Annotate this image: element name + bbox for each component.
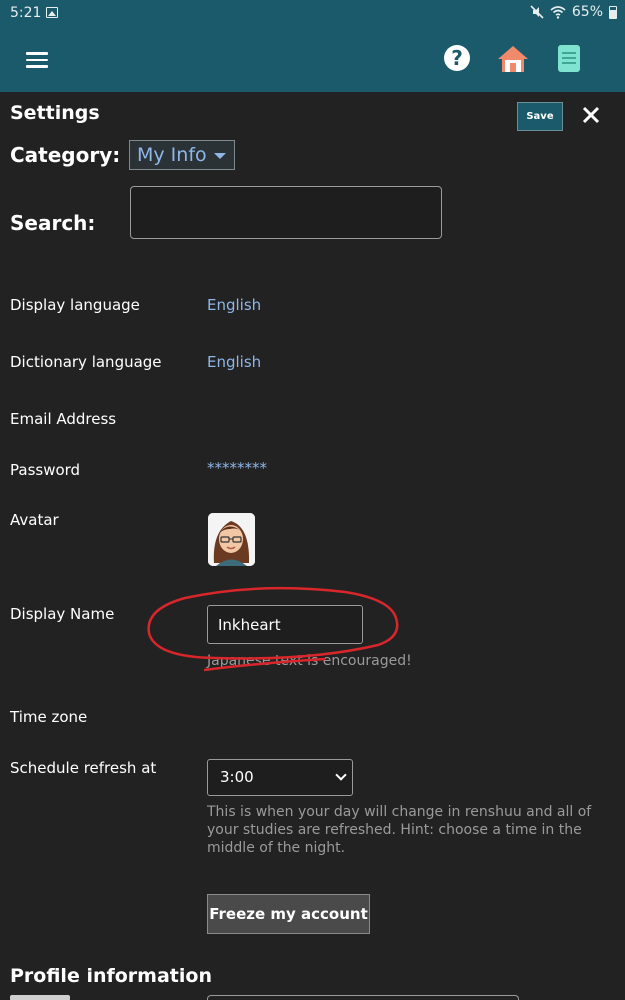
status-bar: 5:21 65% xyxy=(0,0,625,28)
battery-icon xyxy=(609,5,617,19)
display-name-hint: Japanese text is encouraged! xyxy=(207,653,412,669)
dictionary-language-value[interactable]: English xyxy=(207,353,261,371)
display-language-label: Display language xyxy=(10,296,140,314)
category-dropdown[interactable]: My Info xyxy=(129,140,235,170)
avatar-portrait-icon xyxy=(208,513,255,566)
dictionary-language-label: Dictionary language xyxy=(10,353,162,371)
schedule-label: Schedule refresh at xyxy=(10,759,157,777)
search-input[interactable] xyxy=(130,186,442,239)
status-time: 5:21 xyxy=(10,5,42,21)
avatar[interactable] xyxy=(208,513,255,566)
page-title: Settings xyxy=(10,102,100,124)
chevron-down-icon xyxy=(335,769,347,781)
close-icon[interactable] xyxy=(580,104,602,126)
category-value: My Info xyxy=(137,144,207,166)
app-bar: ? xyxy=(0,28,625,92)
help-icon[interactable]: ? xyxy=(444,45,470,71)
display-language-value[interactable]: English xyxy=(207,296,261,314)
save-button[interactable]: Save xyxy=(517,102,563,131)
home-icon[interactable] xyxy=(496,44,530,74)
schedule-value: 3:00 xyxy=(220,768,254,786)
gallery-notification-icon xyxy=(46,7,58,18)
cut-off-label xyxy=(10,995,70,1000)
schedule-hint: This is when your day will change in ren… xyxy=(207,804,592,856)
battery-percent: 65% xyxy=(571,4,603,20)
category-label: Category: xyxy=(10,143,121,167)
profile-section-title: Profile information xyxy=(10,965,212,987)
password-label: Password xyxy=(10,461,81,479)
password-value[interactable]: ******** xyxy=(207,459,267,477)
time-zone-label: Time zone xyxy=(10,708,88,726)
freeze-account-button[interactable]: Freeze my account xyxy=(207,894,370,934)
cut-off-input[interactable] xyxy=(207,995,519,1000)
book-icon[interactable] xyxy=(558,45,580,72)
caret-down-icon xyxy=(214,153,226,159)
display-name-input[interactable] xyxy=(207,605,363,644)
display-name-label: Display Name xyxy=(10,605,115,623)
wifi-icon xyxy=(550,5,566,19)
avatar-label: Avatar xyxy=(10,511,59,529)
search-label: Search: xyxy=(10,211,96,235)
mute-icon xyxy=(530,5,544,19)
status-right: 65% xyxy=(530,4,617,20)
schedule-select[interactable]: 3:00 xyxy=(207,759,353,796)
email-label: Email Address xyxy=(10,410,117,428)
menu-icon[interactable] xyxy=(26,52,48,68)
